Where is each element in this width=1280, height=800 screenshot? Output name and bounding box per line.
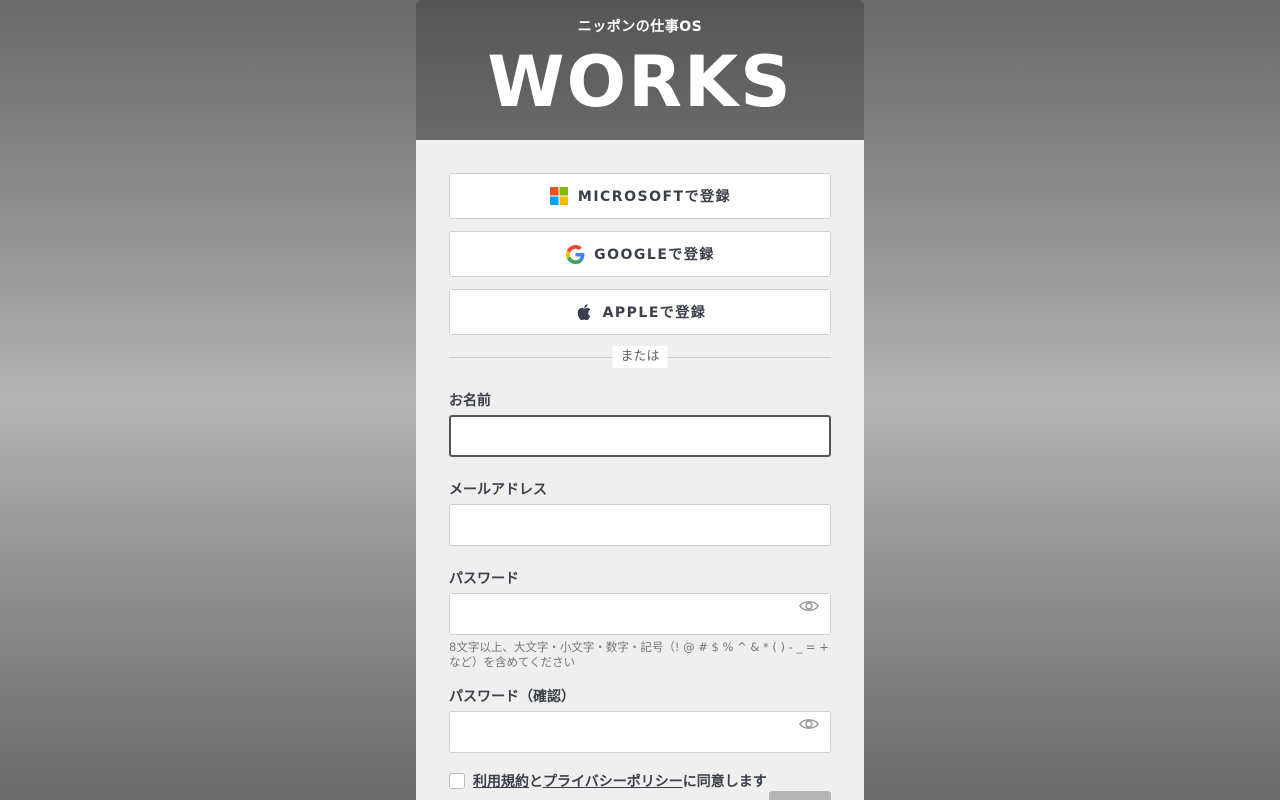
password-hint: 8文字以上、大文字・小文字・数字・記号（! @ # $ % ^ & * ( ) … [449,640,829,669]
password-confirm-input[interactable] [449,711,831,753]
apple-logo-icon [574,302,594,322]
microsoft-signup-label: MICROSOFTで登録 [577,189,732,205]
brand-tagline: ニッポンの仕事OS [577,19,703,35]
microsoft-signup-button[interactable]: MICROSOFTで登録 [449,173,831,219]
google-signup-label: GOOGLEで登録 [594,247,715,263]
brand-logo: WORKS [487,41,793,123]
google-logo-icon [565,244,585,264]
password-confirm-label: パスワード（確認） [449,689,575,705]
terms-suffix-text: に同意します [682,774,767,790]
apple-signup-label: APPLEで登録 [602,305,707,321]
signup-form: MICROSOFTで登録 GOOGLEで登録 APPLEで登録 または お名前 … [416,140,864,791]
or-divider-label: または [612,346,668,368]
password-input[interactable] [449,593,831,635]
privacy-policy-link[interactable]: プライバシーポリシー [543,771,683,791]
terms-agreement: 利用規約 と プライバシーポリシー に同意します [449,771,831,791]
terms-of-service-link[interactable]: 利用規約 [473,771,529,791]
name-field-group: お名前 [449,392,831,457]
email-input[interactable] [449,504,831,546]
terms-joiner-text: と [529,774,543,790]
microsoft-logo-icon [549,186,569,206]
or-divider: または [449,346,831,368]
terms-agreement-checkbox[interactable] [449,773,465,789]
email-field-group: メールアドレス [449,481,831,546]
email-label: メールアドレス [449,482,547,498]
submit-button[interactable] [769,791,831,800]
password-confirm-visibility-toggle-icon[interactable] [799,716,819,732]
brand-header: ニッポンの仕事OS WORKS [416,0,864,140]
google-signup-button[interactable]: GOOGLEで登録 [449,231,831,277]
password-label: パスワード [449,571,519,587]
signup-card: ニッポンの仕事OS WORKS MICROSOFTで登録 GOOGLEで登録 A… [416,0,864,800]
password-confirm-field-group: パスワード（確認） [449,688,831,753]
name-label: お名前 [449,393,491,409]
apple-signup-button[interactable]: APPLEで登録 [449,289,831,335]
password-visibility-toggle-icon[interactable] [799,598,819,614]
password-field-group: パスワード 8文字以上、大文字・小文字・数字・記号（! @ # $ % ^ & … [449,570,831,670]
name-input[interactable] [449,415,831,457]
